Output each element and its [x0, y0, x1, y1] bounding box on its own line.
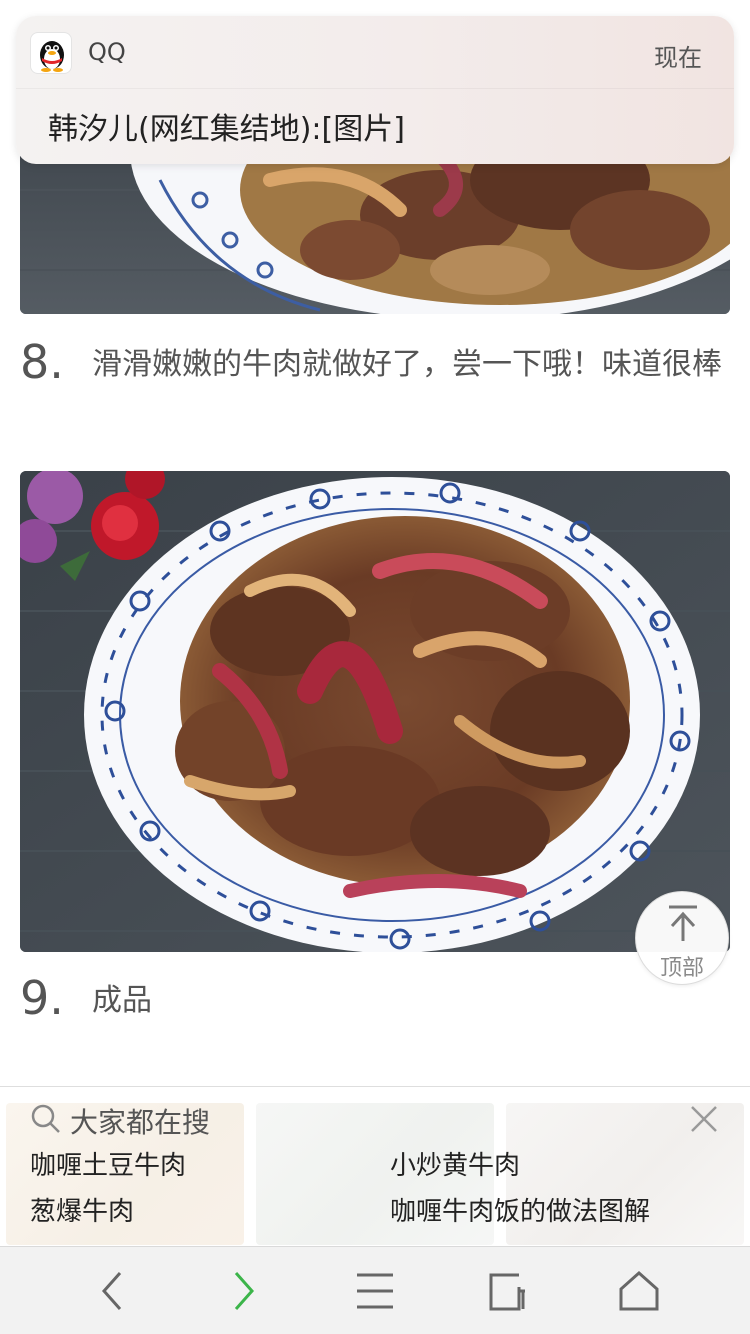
browser-page: 8. 滑滑嫩嫩的牛肉就做好了，尝一下哦！味道很棒 9. 成品 顶部 QQ 现在 … [0, 0, 750, 1334]
tabs-button[interactable] [479, 1265, 535, 1317]
back-to-top-label: 顶部 [659, 956, 704, 981]
food-photo [20, 471, 730, 952]
search-suggestions-panel: 大家都在搜 咖喱土豆牛肉 小炒黄牛肉 葱爆牛肉 咖喱牛肉饭的做法图解 [0, 1086, 750, 1246]
close-icon [691, 1106, 717, 1132]
menu-icon [357, 1273, 393, 1309]
forward-icon [234, 1272, 255, 1310]
notification-time: 现在 [654, 44, 702, 72]
back-icon [101, 1272, 122, 1310]
qq-penguin-icon [30, 32, 72, 74]
arrow-up-icon [669, 905, 697, 941]
step-number: 8. [20, 335, 64, 389]
step-description: 成品 [92, 983, 152, 1018]
home-button[interactable] [611, 1265, 667, 1317]
notification-divider [16, 88, 734, 89]
back-button[interactable] [84, 1265, 140, 1317]
step-9-photo[interactable] [20, 471, 730, 952]
tabs-icon [489, 1273, 525, 1311]
suggestion-keyword[interactable]: 葱爆牛肉 [30, 1191, 134, 1228]
step-description: 滑滑嫩嫩的牛肉就做好了，尝一下哦！味道很棒 [92, 347, 722, 382]
suggestion-keyword[interactable]: 咖喱土豆牛肉 [30, 1145, 186, 1182]
step-9: 9. 成品 [20, 972, 730, 1032]
suggestion-keyword[interactable]: 咖喱牛肉饭的做法图解 [390, 1191, 650, 1228]
forward-button[interactable] [216, 1265, 272, 1317]
step-8: 8. 滑滑嫩嫩的牛肉就做好了，尝一下哦！味道很棒 [20, 336, 730, 436]
notification-header: QQ 现在 [16, 16, 734, 88]
suggestions-title: 大家都在搜 [70, 1106, 211, 1139]
close-suggestions-button[interactable] [688, 1103, 720, 1135]
notification-app-name: QQ [88, 38, 126, 66]
menu-button[interactable] [347, 1265, 403, 1317]
home-icon [619, 1270, 659, 1311]
qq-notification-banner[interactable]: QQ 现在 韩汐儿(网红集结地):[图片] [16, 16, 734, 164]
notification-message: 韩汐儿(网红集结地):[图片] [48, 112, 405, 147]
back-to-top-button[interactable]: 顶部 [635, 891, 729, 985]
step-number: 9. [20, 971, 64, 1025]
browser-toolbar [0, 1246, 750, 1334]
suggestion-keyword[interactable]: 小炒黄牛肉 [390, 1145, 520, 1182]
search-icon [31, 1104, 60, 1133]
